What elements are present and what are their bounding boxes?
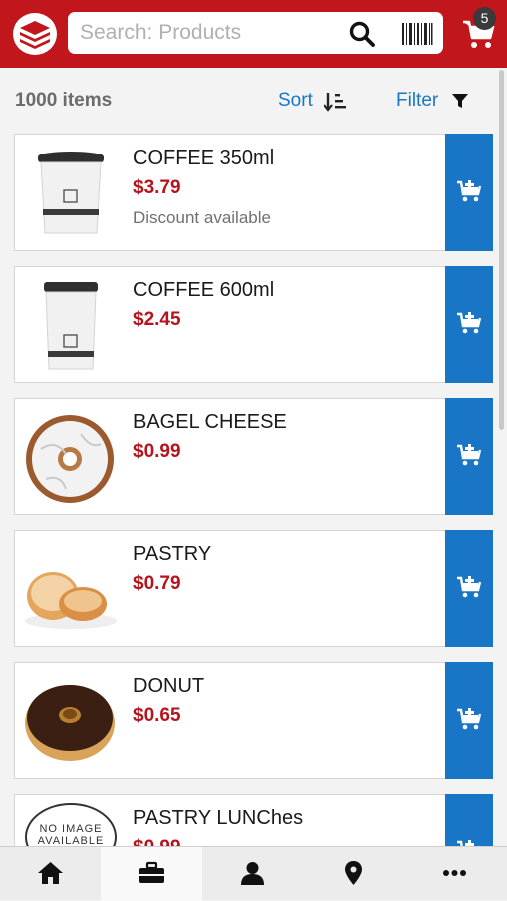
no-image-text: NO IMAGE AVAILABLE — [37, 823, 105, 846]
nav-catalog[interactable] — [101, 847, 202, 901]
nav-home[interactable] — [0, 847, 101, 901]
barcode-scanner-icon[interactable] — [401, 21, 433, 47]
no-image-placeholder: NO IMAGE AVAILABLE — [25, 803, 117, 846]
product-name: BAGEL CHEESE — [133, 411, 287, 433]
product-price: $0.79 — [133, 573, 181, 594]
location-pin-icon — [345, 861, 362, 885]
search-icon[interactable] — [348, 20, 376, 48]
nav-locations[interactable] — [303, 847, 404, 901]
add-to-cart-icon — [457, 312, 482, 334]
product-card[interactable]: NO IMAGE AVAILABLE PASTRY LUNChes $0.99 — [14, 794, 493, 846]
top-app-bar: 5 — [0, 0, 507, 68]
cart-count-badge: 5 — [473, 7, 496, 30]
list-toolbar: 1000 items Sort Filter — [0, 68, 507, 132]
scrollbar[interactable] — [499, 70, 504, 430]
product-list: COFFEE 350ml $3.79 Discount available CO… — [14, 134, 494, 846]
sort-icon[interactable] — [324, 92, 346, 112]
product-card[interactable]: COFFEE 350ml $3.79 Discount available — [14, 134, 493, 251]
add-to-cart-button[interactable] — [445, 530, 493, 647]
nav-account[interactable] — [202, 847, 303, 901]
sort-button[interactable]: Sort — [278, 90, 313, 114]
add-to-cart-button[interactable] — [445, 794, 493, 846]
add-to-cart-icon — [457, 180, 482, 202]
product-name: COFFEE 600ml — [133, 279, 275, 301]
product-note: Discount available — [133, 208, 271, 227]
product-card[interactable]: DONUT $0.65 — [14, 662, 493, 779]
product-card[interactable]: BAGEL CHEESE $0.99 — [14, 398, 493, 515]
pastry-image — [25, 572, 117, 629]
item-count: 1000 items — [15, 90, 113, 111]
more-icon — [443, 870, 466, 876]
product-price: $3.79 — [133, 177, 181, 198]
briefcase-icon — [139, 861, 164, 883]
bottom-navigation — [0, 846, 507, 901]
home-icon — [38, 862, 63, 884]
product-name: COFFEE 350ml — [133, 147, 275, 169]
filter-button[interactable]: Filter — [396, 90, 438, 112]
app-logo[interactable] — [13, 13, 57, 55]
filter-icon[interactable] — [452, 94, 468, 108]
add-to-cart-icon — [457, 444, 482, 466]
coffee-cup-image — [44, 282, 98, 370]
product-card[interactable]: COFFEE 600ml $2.45 — [14, 266, 493, 383]
add-to-cart-icon — [457, 708, 482, 730]
product-price: $0.99 — [133, 441, 181, 462]
add-to-cart-button[interactable] — [445, 398, 493, 515]
search-input[interactable] — [80, 12, 330, 54]
product-card[interactable]: PASTRY $0.79 — [14, 530, 493, 647]
add-to-cart-button[interactable] — [445, 662, 493, 779]
search-bar — [68, 12, 443, 54]
add-to-cart-button[interactable] — [445, 134, 493, 251]
user-icon — [241, 862, 264, 885]
stack-logo-icon — [20, 21, 50, 49]
bagel-image — [26, 415, 114, 503]
product-name: DONUT — [133, 675, 205, 697]
coffee-cup-image — [38, 152, 104, 234]
add-to-cart-icon — [457, 576, 482, 598]
product-price: $0.65 — [133, 705, 181, 726]
nav-more[interactable] — [404, 847, 505, 901]
product-price: $2.45 — [133, 309, 181, 330]
product-price: $0.99 — [133, 837, 181, 846]
donut-image — [25, 685, 115, 761]
product-name: PASTRY LUNChes — [133, 807, 304, 829]
product-name: PASTRY — [133, 543, 212, 565]
add-to-cart-button[interactable] — [445, 266, 493, 383]
